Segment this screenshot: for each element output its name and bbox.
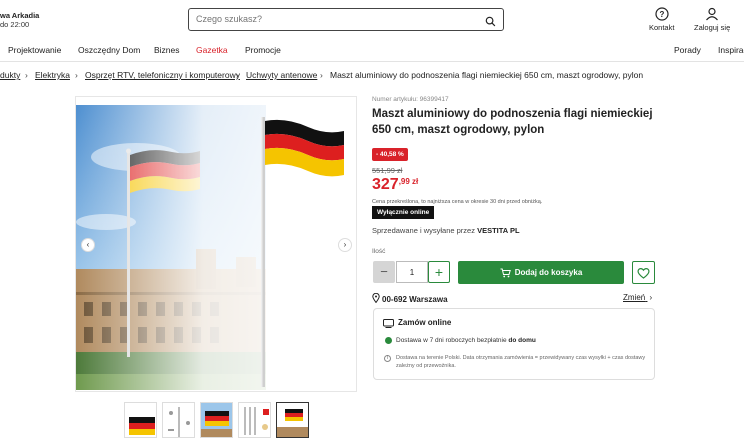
search-box[interactable] bbox=[188, 8, 504, 31]
add-to-cart-button[interactable]: Dodaj do koszyka bbox=[458, 261, 624, 284]
user-icon bbox=[705, 7, 719, 23]
info-icon: i bbox=[384, 355, 391, 362]
thumbnail[interactable] bbox=[162, 402, 195, 438]
chevron-left-icon: ‹ bbox=[86, 240, 90, 249]
chevron-right-icon: › bbox=[25, 70, 28, 80]
heart-icon bbox=[637, 268, 650, 279]
breadcrumb-current: Maszt aluminiowy do podnoszenia flagi ni… bbox=[330, 70, 644, 80]
login-label: Zaloguj się bbox=[694, 23, 731, 32]
product-image-gallery[interactable]: ‹ › bbox=[75, 96, 357, 392]
plus-icon: + bbox=[434, 264, 444, 280]
discount-badge: - 40,58 % bbox=[372, 148, 408, 161]
contact-label: Kontakt bbox=[649, 23, 675, 32]
help-icon: ? bbox=[655, 7, 669, 23]
chevron-right-icon: › bbox=[343, 240, 347, 249]
gallery-prev-button[interactable]: ‹ bbox=[81, 238, 95, 252]
chevron-right-icon: › bbox=[236, 70, 239, 80]
breadcrumb-item[interactable]: Uchwyty antenowe bbox=[246, 70, 317, 80]
thumbnail[interactable] bbox=[124, 402, 157, 438]
current-price: 327,99 zł bbox=[372, 176, 418, 194]
order-online-title: Zamów online bbox=[398, 318, 452, 327]
nav-item-oszczedny-dom[interactable]: Oszczędny Dom bbox=[78, 45, 140, 55]
store-selector[interactable]: wa Arkadia do 22:00 bbox=[0, 11, 39, 29]
thumbnail[interactable] bbox=[238, 402, 271, 438]
product-image bbox=[76, 97, 356, 391]
nav-item-gazetka[interactable]: Gazetka bbox=[196, 45, 228, 55]
seller-prefix: Sprzedawane i wysyłane przez bbox=[372, 226, 475, 235]
breadcrumb: dukty › Elektryka › Osprzęt RTV, telefon… bbox=[0, 66, 744, 84]
svg-text:?: ? bbox=[659, 10, 664, 19]
quantity-decrease-button[interactable]: − bbox=[373, 261, 395, 283]
quantity-label: Ilość bbox=[372, 248, 386, 255]
breadcrumb-item[interactable]: Elektryka bbox=[35, 70, 70, 80]
delivery-note: Dostawa na terenie Polski. Data otrzyman… bbox=[396, 355, 646, 369]
contact-link[interactable]: ? Kontakt bbox=[649, 7, 674, 32]
search-icon[interactable] bbox=[485, 14, 496, 32]
breadcrumb-item[interactable]: dukty bbox=[0, 70, 20, 80]
login-link[interactable]: Zaloguj się bbox=[694, 7, 730, 32]
main-nav: Projektowanie Oszczędny Dom Biznes Gazet… bbox=[0, 38, 744, 62]
thumbnail[interactable] bbox=[200, 402, 233, 438]
store-hours: do 22:00 bbox=[0, 20, 30, 29]
change-location-link[interactable]: Zmień › bbox=[623, 293, 652, 302]
delivery-suffix: do domu bbox=[508, 337, 536, 344]
order-online-box: Zamów online Dostawa w 7 dni roboczych b… bbox=[373, 308, 655, 380]
article-number: Numer artykułu: 96399417 bbox=[372, 96, 449, 103]
thumbnail-active[interactable] bbox=[276, 402, 309, 438]
seller-info: Sprzedawane i wysyłane przez VESTITA PL bbox=[372, 226, 520, 235]
nav-item-projektowanie[interactable]: Projektowanie bbox=[8, 45, 61, 55]
delivery-info: Dostawa w 7 dni roboczych bezpłatnie do … bbox=[396, 337, 536, 344]
nav-item-promocje[interactable]: Promocje bbox=[245, 45, 281, 55]
search-input[interactable] bbox=[196, 14, 476, 24]
delivery-prefix: Dostawa w 7 dni roboczych bbox=[396, 337, 476, 344]
location-pin-icon bbox=[372, 292, 380, 304]
minus-icon: − bbox=[380, 264, 388, 279]
cart-icon bbox=[500, 268, 511, 278]
price-main: 327 bbox=[372, 176, 399, 193]
store-name: wa Arkadia bbox=[0, 11, 40, 20]
delivery-mid: bezpłatnie bbox=[476, 337, 507, 344]
chevron-right-icon: › bbox=[320, 70, 323, 80]
wishlist-button[interactable] bbox=[632, 261, 655, 284]
online-only-badge: Wyłącznie online bbox=[372, 206, 435, 219]
add-to-cart-label: Dodaj do koszyka bbox=[514, 268, 583, 277]
price-note: Cena przekreślona, to najniższa cena w o… bbox=[372, 199, 543, 205]
delivery-location: 00-692 Warszawa bbox=[372, 292, 448, 304]
nav-item-porady[interactable]: Porady bbox=[674, 45, 701, 55]
availability-dot bbox=[385, 337, 392, 344]
quantity-increase-button[interactable]: + bbox=[428, 261, 450, 283]
truck-icon bbox=[383, 319, 394, 328]
nav-item-biznes[interactable]: Biznes bbox=[154, 45, 180, 55]
top-bar: wa Arkadia do 22:00 ? Kontakt Zaloguj si… bbox=[0, 0, 744, 38]
change-label: Zmień bbox=[623, 293, 646, 302]
chevron-right-icon: › bbox=[649, 293, 653, 302]
product-title: Maszt aluminiowy do podnoszenia flagi ni… bbox=[372, 108, 653, 136]
price-rest: ,99 zł bbox=[398, 177, 419, 186]
nav-item-inspiracje[interactable]: Inspirac bbox=[718, 45, 744, 55]
breadcrumb-item[interactable]: Osprzęt RTV, telefoniczny i komputerowy bbox=[85, 70, 240, 80]
gallery-next-button[interactable]: › bbox=[338, 238, 352, 252]
location-label: 00-692 Warszawa bbox=[382, 295, 448, 304]
old-price: 551,99 zł bbox=[372, 166, 403, 175]
quantity-input[interactable]: 1 bbox=[396, 261, 428, 283]
seller-name: VESTITA PL bbox=[477, 226, 520, 235]
chevron-right-icon: › bbox=[75, 70, 78, 80]
